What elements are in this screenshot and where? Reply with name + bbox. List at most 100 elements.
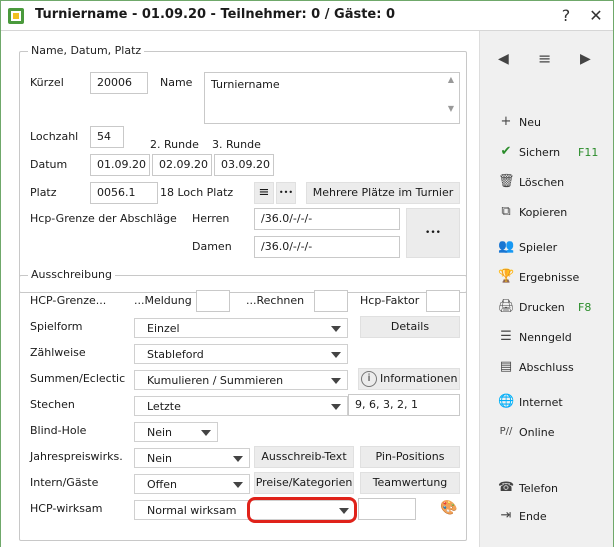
sidebar-item-label: Spieler [519, 240, 558, 254]
sidebar-item-label: Telefon [519, 481, 559, 495]
jahrespreis-label: Jahrespreiswirks. [30, 450, 123, 463]
sidebar-item-ende[interactable]: ⇥ Ende [498, 505, 547, 527]
menu-lines-icon[interactable]: ≡ [254, 182, 274, 204]
mehrere-plaetze-button[interactable]: Mehrere Plätze im Turnier [306, 182, 460, 204]
chevron-down-icon [331, 326, 341, 332]
hcp-more-button[interactable]: ••• [406, 208, 460, 258]
sidebar-item-label: Abschluss [519, 360, 574, 374]
ausschreib-text-button[interactable]: Ausschreib-Text [254, 446, 354, 468]
main-content: Name, Datum, Platz Kürzel 20006 Name Tur… [1, 31, 479, 547]
name-input[interactable]: Turniername ▲ ▼ [204, 72, 460, 124]
summen-value: Kumulieren / Summieren [147, 374, 284, 387]
summen-select[interactable]: Kumulieren / Summieren [134, 370, 348, 390]
plus-icon: + [500, 114, 512, 129]
intern-gaeste-select[interactable]: Offen [134, 474, 250, 494]
sidebar-item-neu[interactable]: + Neu [498, 111, 541, 133]
stechen-holes-input[interactable]: 9, 6, 3, 2, 1 [348, 394, 460, 416]
herren-input[interactable]: /36.0/-/-/- [254, 208, 400, 230]
hcp-grenze-label: HCP-Grenze... [30, 294, 107, 307]
sidebar-item-drucken[interactable]: 🖨 Drucken F8 [498, 296, 591, 318]
check-icon: ✔ [500, 144, 512, 159]
date-input-round1[interactable]: 01.09.20 [90, 154, 150, 176]
spielform-value: Einzel [147, 322, 180, 335]
meldung-input[interactable] [196, 290, 230, 312]
course-more-button[interactable]: ••• [276, 182, 296, 204]
teamwertung-button[interactable]: Teamwertung [360, 472, 460, 494]
sidebar-item-abschluss[interactable]: ▤ Abschluss [498, 356, 574, 378]
preise-kategorien-button[interactable]: Preise/Kategorien [254, 472, 354, 494]
details-button[interactable]: Details [360, 316, 460, 338]
sidebar-item-kopieren[interactable]: ⧉ Kopieren [498, 201, 567, 223]
kuerzel-input[interactable]: 20006 [90, 72, 148, 94]
rechnen-input[interactable] [314, 290, 348, 312]
platz-description: 18 Loch Platz [160, 186, 234, 199]
sidebar-item-ergebnisse[interactable]: 🏆 Ergebnisse [498, 266, 579, 288]
blind-hole-value: Nein [147, 426, 173, 439]
name-date-course-group: Name, Datum, Platz Kürzel 20006 Name Tur… [19, 44, 467, 293]
palette-icon[interactable]: 🎨 [438, 498, 460, 520]
ausschreibung-group: Ausschreibung HCP-Grenze... ...Meldung .… [19, 268, 467, 541]
sidebar-item-loeschen[interactable]: 🗑 Löschen [498, 171, 564, 193]
coins-icon: ☰ [500, 329, 512, 344]
exit-icon: ⇥ [500, 508, 512, 523]
zaehlweise-select[interactable]: Stableford [134, 344, 348, 364]
memo-scrollbar[interactable]: ▲ ▼ [446, 75, 456, 121]
spielform-select[interactable]: Einzel [134, 318, 348, 338]
sidebar-item-internet[interactable]: 🌐 Internet [498, 391, 563, 413]
lochzahl-label: Lochzahl [30, 130, 79, 143]
sidebar-item-sichern[interactable]: ✔ Sichern F11 [498, 141, 599, 163]
date-input-round3[interactable]: 03.09.20 [214, 154, 274, 176]
trophy-icon: 🏆 [498, 269, 515, 284]
pin-positions-button[interactable]: Pin-Positions [360, 446, 460, 468]
platz-label: Platz [30, 186, 57, 199]
sidebar-item-label: Löschen [519, 175, 565, 189]
hcp-faktor-input[interactable] [426, 290, 460, 312]
nav-menu-icon[interactable]: ≡ [538, 49, 551, 68]
lochzahl-input[interactable]: 54 [90, 126, 124, 148]
informationen-label: Informationen [380, 372, 458, 385]
kuerzel-label: Kürzel [30, 76, 64, 89]
sidebar-item-nenngeld[interactable]: ☰ Nenngeld [498, 326, 572, 348]
chevron-down-icon [233, 456, 243, 462]
jahrespreis-select[interactable]: Nein [134, 448, 250, 468]
phone-icon: ☎ [498, 480, 515, 495]
sidebar-item-label: Online [519, 425, 555, 439]
name-value: Turniername [211, 78, 280, 91]
rechnen-label: ...Rechnen [246, 294, 305, 307]
hcp-wirksam-input[interactable] [358, 498, 416, 520]
chevron-down-icon [331, 352, 341, 358]
hcp-wirksam-label: HCP-wirksam [30, 502, 103, 515]
stechen-label: Stechen [30, 398, 75, 411]
chevron-down-icon [201, 430, 211, 436]
blind-hole-select[interactable]: Nein [134, 422, 218, 442]
datum-label: Datum [30, 158, 68, 171]
herren-label: Herren [192, 212, 230, 225]
help-button[interactable]: ? [555, 5, 577, 27]
sidebar-item-label: Internet [519, 395, 563, 409]
nav-back-icon[interactable]: ◀ [498, 51, 509, 67]
scroll-up-icon[interactable]: ▲ [446, 75, 456, 84]
sidebar-item-label: Ergebnisse [519, 270, 580, 284]
informationen-button[interactable]: i Informationen [358, 368, 460, 390]
info-icon: i [361, 371, 377, 387]
chevron-down-icon [233, 482, 243, 488]
shortcut-label: F8 [578, 300, 592, 314]
hcp-grenze-abschlaege-label: Hcp-Grenze der Abschläge [30, 212, 177, 225]
shortcut-label: F11 [578, 145, 599, 159]
globe-icon: 🌐 [498, 394, 515, 409]
platz-input[interactable]: 0056.1 [90, 182, 158, 204]
close-button[interactable]: ✕ [585, 5, 607, 27]
date-input-round2[interactable]: 02.09.20 [152, 154, 212, 176]
sidebar-item-spieler[interactable]: 👥 Spieler [498, 236, 557, 258]
sidebar-item-label: Nenngeld [519, 330, 572, 344]
spielform-label: Spielform [30, 320, 83, 333]
sidebar-item-telefon[interactable]: ☎ Telefon [498, 477, 558, 499]
intern-gaeste-label: Intern/Gäste [30, 476, 99, 489]
runde2-label: 2. Runde [150, 138, 199, 151]
nav-forward-icon[interactable]: ▶ [580, 51, 591, 67]
chevron-down-icon [331, 404, 341, 410]
stechen-select[interactable]: Letzte [134, 396, 348, 416]
damen-input[interactable]: /36.0/-/-/- [254, 236, 400, 258]
scroll-down-icon[interactable]: ▼ [446, 104, 456, 113]
sidebar-item-online[interactable]: P// Online [498, 421, 555, 443]
